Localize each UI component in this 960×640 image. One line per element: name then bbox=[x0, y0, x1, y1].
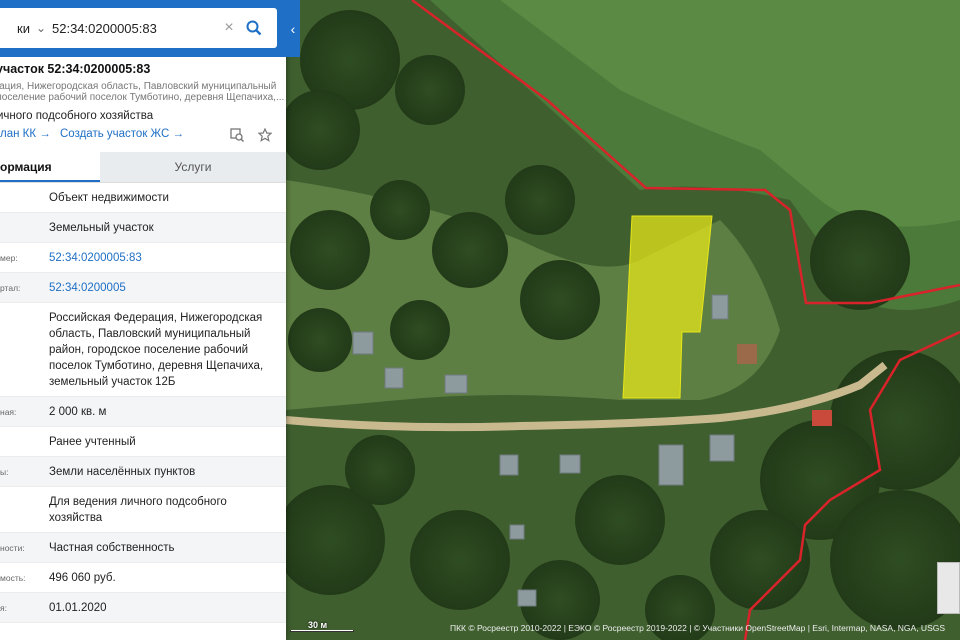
attribute-row: ности: Частная собственность bbox=[0, 533, 286, 563]
object-header: участок 52:34:0200005:83 ерация, Нижегор… bbox=[0, 62, 286, 122]
attribute-row: Ранее учтенный bbox=[0, 427, 286, 457]
attribute-row: мер: 52:34:0200005:83 bbox=[0, 243, 286, 273]
object-address-line2: е поселение рабочий поселок Тумботино, д… bbox=[0, 92, 285, 103]
search-input[interactable] bbox=[52, 20, 220, 36]
attribute-value: 2 000 кв. м bbox=[49, 406, 107, 418]
attribute-value: Российская Федерация, Нижегородская обла… bbox=[49, 312, 264, 388]
create-zs-link[interactable]: Создать участок ЖС → bbox=[60, 128, 184, 140]
attribute-value: Ранее учтенный bbox=[49, 436, 136, 448]
attribute-label bbox=[0, 303, 49, 396]
tab-services[interactable]: Услуги bbox=[100, 152, 286, 182]
search-box: ки ⌄ × bbox=[0, 8, 277, 48]
attribute-row: ная: 2 000 кв. м bbox=[0, 397, 286, 427]
attribute-label: ности: bbox=[0, 543, 25, 553]
attribute-row: Для ведения личного подсобного хозяйства bbox=[0, 487, 286, 533]
attribute-label: ы: bbox=[0, 467, 9, 477]
attribute-label bbox=[0, 487, 49, 532]
attribute-value-link[interactable]: 52:34:0200005 bbox=[49, 273, 274, 302]
attribute-label: я: bbox=[0, 603, 7, 613]
attribute-value: Земельный участок bbox=[49, 222, 154, 234]
attribute-value: Объект недвижимости bbox=[49, 192, 169, 204]
attribute-value-link[interactable]: 52:34:0200005:83 bbox=[49, 243, 274, 272]
attribute-value: 496 060 руб. bbox=[49, 572, 116, 584]
attribute-row: Российская Федерация, Нижегородская обла… bbox=[0, 303, 286, 397]
attribute-value: Частная собственность bbox=[49, 542, 175, 554]
attribute-table: Объект недвижимости Земельный участок мер:… bbox=[0, 183, 286, 623]
attribute-label: мость: bbox=[0, 573, 26, 583]
clear-icon[interactable]: × bbox=[220, 19, 238, 37]
attribute-row: мость: 496 060 руб. bbox=[0, 563, 286, 593]
chevron-down-icon[interactable]: ⌄ bbox=[30, 21, 52, 35]
plan-kk-link[interactable]: лан КК → bbox=[0, 128, 51, 140]
collapse-icon[interactable]: ‹ bbox=[286, 14, 300, 44]
attribute-row: Объект недвижимости bbox=[0, 183, 286, 213]
attribute-value: Для ведения личного подсобного хозяйства bbox=[49, 496, 227, 524]
measure-icon[interactable] bbox=[230, 128, 244, 142]
object-address-line1: ерация, Нижегородская область, Павловски… bbox=[0, 81, 277, 92]
tool-icons bbox=[230, 128, 272, 142]
attribute-label: мер: bbox=[0, 253, 18, 263]
attribute-row: ы: Земли населённых пунктов bbox=[0, 457, 286, 487]
attribute-label bbox=[0, 213, 49, 242]
action-links: лан КК → Создать участок ЖС → bbox=[0, 128, 286, 144]
info-panel: участок 52:34:0200005:83 ерация, Нижегор… bbox=[0, 0, 286, 640]
basemap-switcher[interactable] bbox=[937, 562, 960, 614]
panel-tabs: ормация Услуги bbox=[0, 152, 286, 183]
scale-bar bbox=[290, 630, 354, 632]
attribute-label bbox=[0, 427, 49, 456]
search-type-select[interactable]: ки bbox=[0, 21, 30, 36]
scale-label: 30 м bbox=[308, 620, 328, 630]
attribute-label: ная: bbox=[0, 407, 17, 417]
search-bar: ки ⌄ × ‹ bbox=[0, 0, 300, 57]
attribute-row: я: 01.01.2020 bbox=[0, 593, 286, 623]
object-purpose: ичного подсобного хозяйства bbox=[0, 110, 154, 122]
attribute-value: Земли населённых пунктов bbox=[49, 466, 196, 478]
star-icon[interactable] bbox=[258, 128, 272, 142]
tab-information[interactable]: ормация bbox=[0, 152, 100, 182]
attribute-value: 01.01.2020 bbox=[49, 602, 107, 614]
attribute-label: ртал: bbox=[0, 283, 21, 293]
attribute-row: ртал: 52:34:0200005 bbox=[0, 273, 286, 303]
map-attribution: ПКК © Росреестр 2010-2022 | ЕЭКО © Росре… bbox=[450, 623, 946, 633]
map-scale: 30 м bbox=[290, 620, 354, 632]
search-icon bbox=[246, 20, 262, 36]
attribute-label bbox=[0, 183, 49, 212]
attribute-row: Земельный участок bbox=[0, 213, 286, 243]
search-button[interactable] bbox=[238, 8, 270, 48]
object-title: участок 52:34:0200005:83 bbox=[0, 62, 151, 76]
